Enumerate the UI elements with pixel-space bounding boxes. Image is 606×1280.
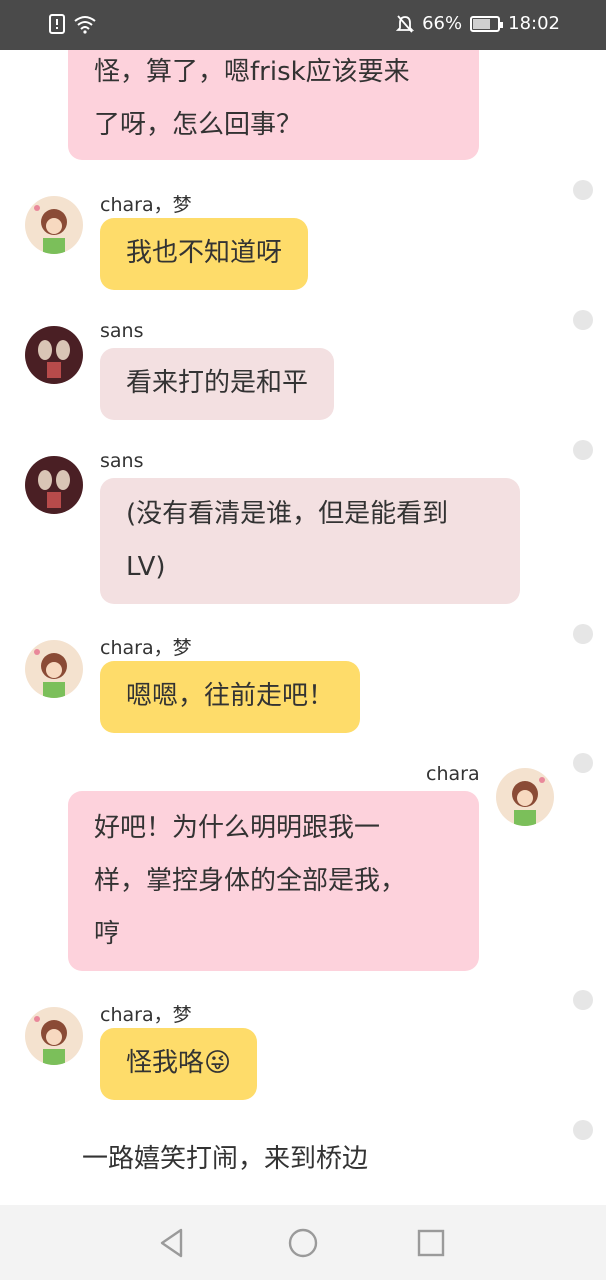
back-icon[interactable] [155, 1225, 191, 1261]
message-bubble[interactable]: 我也不知道呀 [100, 218, 309, 290]
chara-avatar[interactable] [25, 1007, 83, 1065]
sender-name: chara [426, 763, 480, 785]
battery-icon [470, 15, 504, 32]
clock: 18:02 [508, 13, 560, 34]
message-text: 怪我咯 [126, 1048, 205, 1078]
wifi-icon [74, 16, 96, 34]
message-line: 哼 [94, 919, 121, 949]
status-dot [573, 310, 593, 330]
mute-icon [396, 14, 415, 33]
status-dot [573, 180, 593, 200]
status-dot [573, 753, 593, 773]
sans-avatar[interactable] [25, 326, 83, 384]
message-bubble[interactable]: 好吧！为什么明明跟我一 样，掌控身体的全部是我， 哼 [68, 791, 479, 971]
navigation-bar [0, 1205, 606, 1280]
battery-percent: 66% [422, 13, 463, 34]
message-line: 样，掌控身体的全部是我， [94, 866, 407, 896]
status-dot [573, 1120, 593, 1140]
status-bar: 66% 18:02 [0, 0, 606, 50]
message-bubble[interactable]: 怪，算了，嗯frisk应该要来 了呀，怎么回事？ [68, 50, 479, 160]
sender-name: sans [100, 450, 144, 472]
message-bubble[interactable]: 怪我咯😜 [100, 1028, 258, 1100]
sender-name: chara，梦 [100, 1004, 192, 1026]
message-bubble[interactable]: 嗯嗯，往前走吧！ [100, 661, 361, 733]
wink-emoji-icon: 😜 [204, 1048, 232, 1078]
message-line: 好吧！为什么明明跟我一 [94, 813, 381, 843]
chara-avatar[interactable] [25, 196, 83, 254]
message-text: 看来打的是和平 [126, 368, 309, 398]
message-text: 嗯嗯，往前走吧！ [126, 681, 335, 711]
sans-avatar[interactable] [25, 456, 83, 514]
home-icon[interactable] [285, 1225, 321, 1261]
status-dot [573, 440, 593, 460]
message-line: 了呀，怎么回事？ [94, 110, 303, 140]
message-text: 我也不知道呀 [126, 238, 283, 268]
message-bubble[interactable]: (没有看清是谁，但是能看到 LV) [100, 478, 520, 604]
sender-name: chara，梦 [100, 637, 192, 659]
message-line: (没有看清是谁，但是能看到 [126, 499, 449, 529]
chara-avatar[interactable] [496, 768, 554, 826]
message-line: LV) [126, 552, 166, 582]
status-dot [573, 990, 593, 1010]
message-bubble[interactable]: 看来打的是和平 [100, 348, 335, 420]
chat-area[interactable]: 怪，算了，嗯frisk应该要来 了呀，怎么回事？ chara，梦 我也不知道呀 … [0, 50, 606, 1205]
recents-icon[interactable] [413, 1225, 449, 1261]
status-dot [573, 624, 593, 644]
message-line: 怪，算了，嗯frisk应该要来 [94, 57, 410, 87]
narration-text: 一路嬉笑打闹，来到桥边 [82, 1144, 369, 1174]
sender-name: sans [100, 320, 144, 342]
chara-avatar[interactable] [25, 640, 83, 698]
alert-icon [49, 14, 65, 34]
sender-name: chara，梦 [100, 194, 192, 216]
